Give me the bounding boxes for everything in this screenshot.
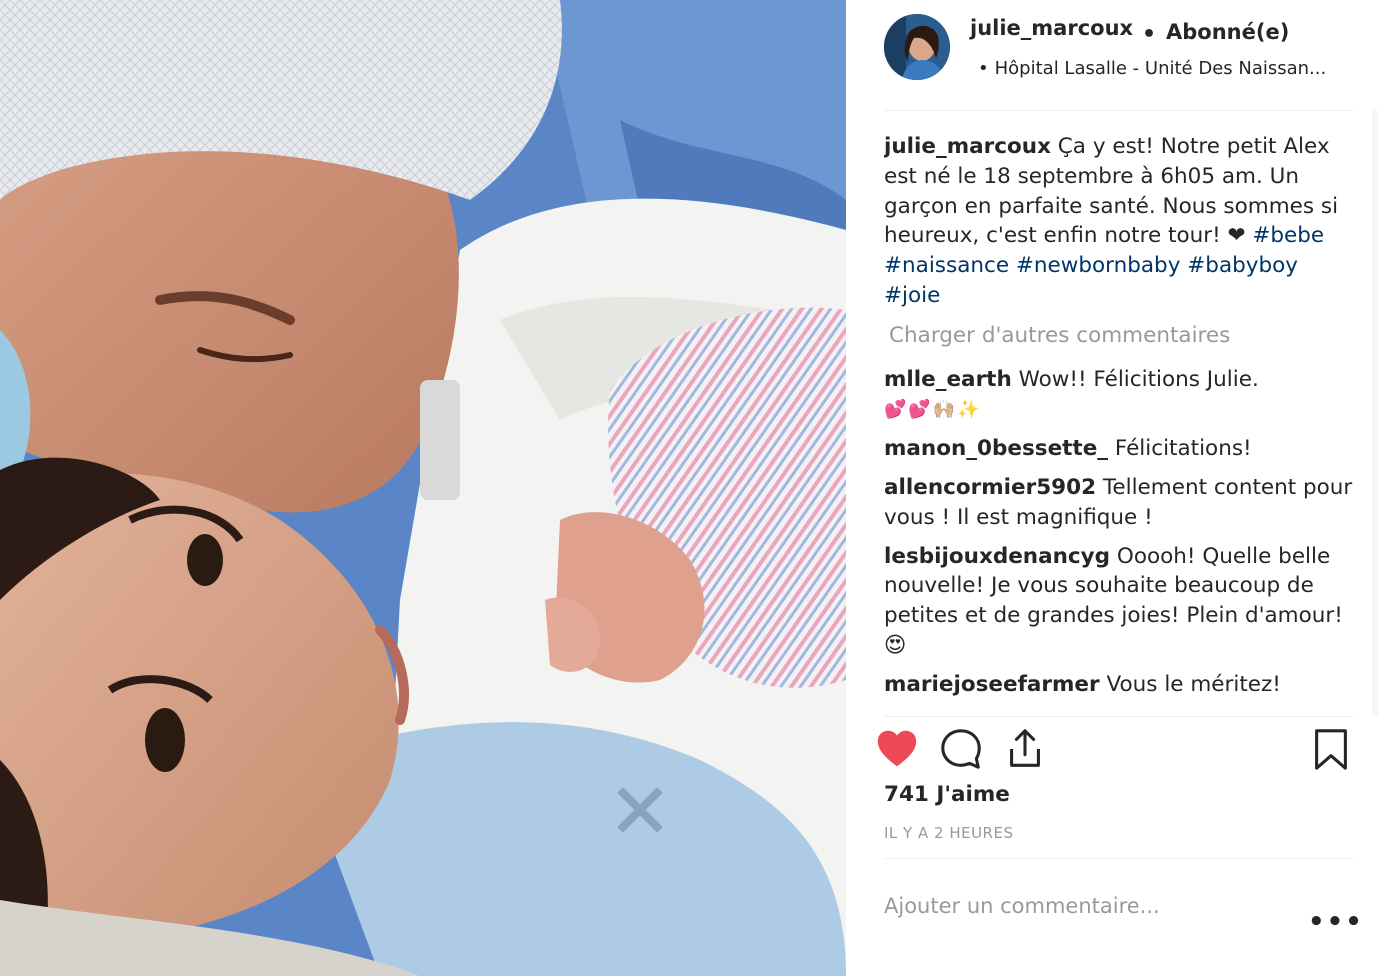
comment-box-divider (884, 858, 1354, 859)
location-bullet: • (978, 58, 989, 79)
avatar-image (884, 14, 950, 80)
username-link[interactable]: julie_marcoux (970, 16, 1133, 40)
post-photo[interactable] (0, 0, 846, 976)
comment-text: Félicitations! (1114, 436, 1252, 462)
caption-author-link[interactable]: julie_marcoux (884, 134, 1051, 159)
comment-item: allencormier5902 Tellement content pour … (884, 473, 1354, 533)
follow-status-button[interactable]: Abonné(e) (1166, 20, 1289, 44)
location-text: Hôpital Lasalle - Unité Des Naissan... (994, 58, 1327, 79)
header-divider (884, 110, 1354, 111)
hashtag-link[interactable]: #naissance (884, 253, 1009, 278)
hashtag-link[interactable]: #newbornbaby (1016, 253, 1181, 278)
like-count[interactable]: 741 J'aime (884, 782, 1010, 807)
post-caption: julie_marcoux Ça y est! Notre petit Alex… (884, 132, 1354, 311)
post-header: julie_marcoux • Abonné(e) • Hôpital Lasal… (846, 0, 1378, 110)
more-options-button[interactable]: ••• (1308, 909, 1364, 935)
comment-author-link[interactable]: manon_0bessette_ (884, 436, 1108, 461)
comments-scrollbar[interactable] (1372, 110, 1378, 716)
comment-text: Wow!! Félicitions Julie. (1018, 366, 1259, 392)
comment-item: lesbijouxdenancyg Ooooh! Quelle belle no… (884, 542, 1354, 661)
comment-text: Vous le méritez! (1106, 671, 1281, 697)
comment-icon[interactable] (938, 726, 984, 772)
user-avatar[interactable] (884, 14, 950, 80)
hashtag-link[interactable]: #joie (884, 283, 940, 308)
header-separator: • (1142, 22, 1157, 47)
comments-section[interactable]: julie_marcoux Ça y est! Notre petit Alex… (884, 132, 1354, 710)
instagram-post: julie_marcoux • Abonné(e) • Hôpital Lasal… (0, 0, 1378, 976)
post-side-panel: julie_marcoux • Abonné(e) • Hôpital Lasal… (846, 0, 1378, 976)
comment-item: mlle_earth Wow!! Félicitions Julie. 💕💕🙌🏼… (884, 365, 1354, 426)
heart-icon[interactable] (874, 726, 920, 772)
comment-author-link[interactable]: mariejoseefarmer (884, 672, 1100, 697)
comment-author-link[interactable]: allencormier5902 (884, 475, 1096, 500)
share-icon[interactable] (1002, 726, 1048, 772)
comment-emoji: 💕💕🙌🏼✨ (884, 399, 982, 421)
hashtag-link[interactable]: #babyboy (1187, 253, 1298, 278)
hashtag-link[interactable]: #bebe (1252, 223, 1324, 248)
comment-item: mariejoseefarmer Vous le méritez! (884, 670, 1354, 700)
location-link[interactable]: • Hôpital Lasalle - Unité Des Naissan... (978, 58, 1363, 79)
load-more-comments-button[interactable]: Charger d'autres commentaires (889, 321, 1354, 351)
post-timestamp[interactable]: IL Y A 2 HEURES (884, 824, 1013, 842)
add-comment-input[interactable] (884, 888, 1284, 924)
photo-illustration (0, 0, 846, 976)
action-bar (874, 724, 1354, 774)
bookmark-icon[interactable] (1308, 726, 1354, 772)
comment-author-link[interactable]: mlle_earth (884, 367, 1012, 392)
comment-item: manon_0bessette_ Félicitations! (884, 434, 1354, 464)
actions-divider (884, 716, 1354, 717)
comment-author-link[interactable]: lesbijouxdenancyg (884, 544, 1110, 569)
